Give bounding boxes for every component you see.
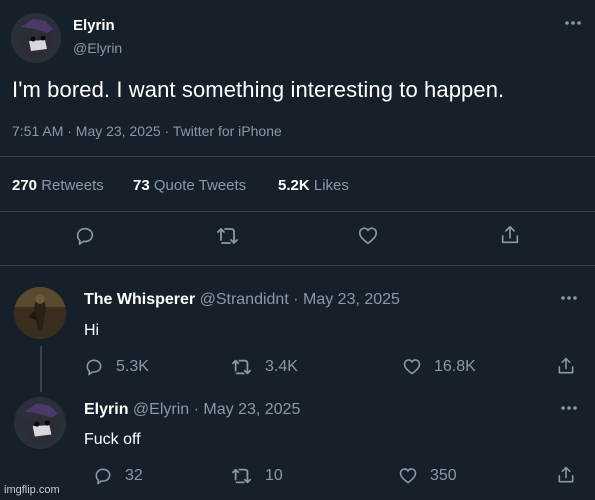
reply-handle-date[interactable]: @Strandidnt · May 23, 2025 [200, 291, 400, 308]
share-icon [501, 225, 519, 244]
like-icon [403, 359, 421, 375]
author-name[interactable]: Elyrin [73, 17, 115, 34]
reply-header: Elyrin @Elyrin · May 23, 2025 [84, 401, 300, 419]
reply-author-name[interactable]: Elyrin [84, 401, 128, 418]
reply-icon [95, 468, 111, 485]
watermark: imgflip.com [4, 484, 60, 496]
share-icon [558, 466, 574, 483]
stat-likes[interactable]: 5.2K Likes [278, 177, 349, 194]
tweet-text: I'm bored. I want something interesting … [12, 77, 505, 102]
like-button[interactable]: 350 [398, 466, 457, 486]
divider [0, 156, 595, 157]
retweets-label: Retweets [41, 177, 104, 194]
retweet-count: 10 [265, 467, 283, 484]
avatar-the-whisperer[interactable] [14, 287, 66, 339]
like-button[interactable] [357, 225, 379, 247]
reply-icon [86, 359, 102, 376]
share-button[interactable] [499, 224, 521, 246]
retweet-icon [232, 359, 252, 375]
avatar-elyrin[interactable] [14, 397, 66, 449]
like-icon [399, 468, 417, 484]
reply-author-name[interactable]: The Whisperer [84, 291, 195, 308]
reply-button[interactable]: 5.3K [84, 357, 149, 377]
reply-text: Hi [84, 322, 100, 339]
stat-retweets[interactable]: 270 Retweets [12, 177, 104, 194]
reply-handle-date[interactable]: @Elyrin · May 23, 2025 [133, 401, 300, 418]
reply-header: The Whisperer @Strandidnt · May 23, 2025 [84, 291, 400, 309]
more-icon[interactable] [560, 295, 578, 301]
more-icon[interactable] [564, 20, 582, 26]
avatar-elyrin[interactable] [11, 13, 61, 63]
retweet-button[interactable] [216, 225, 240, 247]
retweet-icon [232, 468, 252, 484]
thread-line [40, 346, 42, 392]
reply-button[interactable]: 32 [93, 466, 143, 486]
divider [0, 265, 595, 266]
retweet-button[interactable]: 3.4K [231, 357, 298, 377]
quotes-label: Quote Tweets [153, 177, 247, 194]
like-count: 350 [430, 467, 457, 484]
stat-quote-tweets[interactable]: 73 Quote Tweets [133, 177, 246, 194]
reply-icon [76, 227, 94, 246]
author-handle[interactable]: @Elyrin [73, 40, 122, 56]
likes-label: Likes [313, 177, 349, 194]
retweet-icon [217, 228, 238, 244]
likes-count: 5.2K [278, 177, 310, 194]
divider [0, 211, 595, 212]
tweet-meta: 7:51 AM · May 23, 2025 · Twitter for iPh… [12, 123, 282, 139]
like-button[interactable]: 16.8K [402, 357, 476, 377]
reply-button[interactable] [74, 225, 96, 247]
retweet-button[interactable]: 10 [231, 466, 283, 486]
share-button[interactable] [556, 465, 576, 485]
more-icon[interactable] [560, 405, 578, 411]
retweets-count: 270 [12, 177, 38, 194]
reply-count: 5.3K [116, 358, 149, 375]
retweet-count: 3.4K [265, 358, 298, 375]
share-button[interactable] [556, 356, 576, 376]
share-icon [558, 357, 574, 374]
reply-text: Fuck off [84, 431, 141, 448]
like-count: 16.8K [434, 358, 476, 375]
reply-count: 32 [125, 467, 143, 484]
quotes-count: 73 [133, 177, 150, 194]
like-icon [358, 227, 378, 245]
